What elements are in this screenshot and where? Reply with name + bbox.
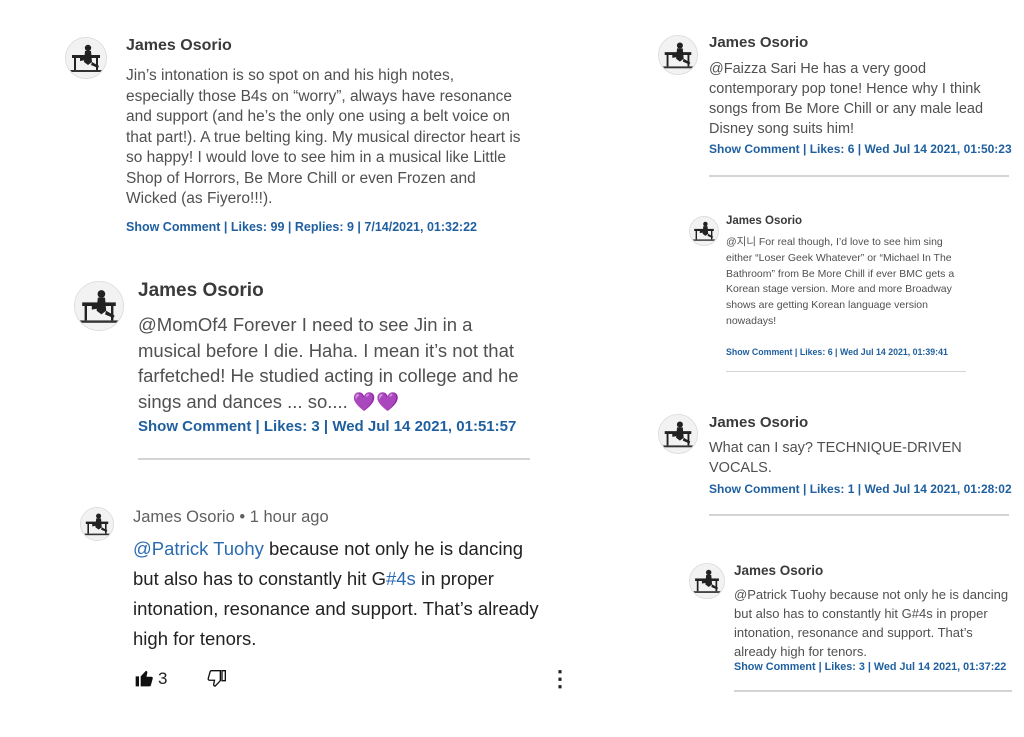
comment-text: @Patrick Tuohy because not only he is da… [133, 534, 553, 654]
comment-date: Wed Jul 14 2021, 01:51:57 [332, 418, 517, 435]
avatar[interactable] [658, 35, 698, 75]
comment-text: @Faizza Sari He has a very good contempo… [709, 61, 984, 137]
separator: | [864, 661, 874, 673]
likes-count: Likes: 99 [230, 220, 285, 234]
piano-avatar-icon [81, 508, 113, 540]
comment-author[interactable]: James Osorio [709, 414, 808, 431]
separator: | [792, 347, 800, 357]
piano-avatar-icon [659, 415, 697, 453]
separator: | [815, 661, 825, 673]
divider [709, 514, 1009, 516]
comment-author[interactable]: James Osorio [734, 563, 823, 578]
comment-meta: Show Comment | Likes: 3 | Wed Jul 14 202… [138, 418, 516, 435]
likes-count: Likes: 1 [809, 482, 855, 496]
mention-link[interactable]: @Patrick Tuohy [133, 538, 264, 559]
comment-text: @MomOf4 Forever I need to see Jin in a m… [138, 314, 519, 412]
separator: | [832, 347, 840, 357]
comment-author[interactable]: James Osorio [726, 215, 802, 227]
like-button[interactable] [134, 668, 154, 688]
comment-meta: Show Comment | Likes: 3 | Wed Jul 14 202… [734, 661, 1006, 673]
avatar[interactable] [689, 563, 725, 599]
likes-count: Likes: 3 [824, 661, 865, 673]
show-comment-link[interactable]: Show Comment [126, 220, 220, 234]
comment-author[interactable]: James Osorio [133, 508, 235, 526]
likes-count: Likes: 6 [799, 347, 833, 357]
likes-count: Likes: 6 [809, 142, 855, 156]
comment-text: What can I say? TECHNIQUE-DRIVEN VOCALS. [709, 440, 962, 476]
thumbs-down-icon [207, 670, 226, 687]
show-comment-link[interactable]: Show Comment [138, 418, 251, 435]
comment-time: • 1 hour ago [239, 508, 329, 526]
comment-text: Jin’s intonation is so spot on and his h… [126, 67, 521, 207]
show-comment-link[interactable]: Show Comment [709, 142, 800, 156]
separator: | [319, 418, 333, 435]
comment-date: Wed Jul 14 2021, 01:37:22 [873, 661, 1007, 673]
separator: | [799, 482, 810, 496]
comment-author[interactable]: James Osorio [709, 34, 808, 51]
show-comment-link[interactable]: Show Comment [734, 661, 816, 673]
likes-count: Likes: 3 [263, 418, 320, 435]
separator: | [854, 482, 865, 496]
dislike-button[interactable] [207, 669, 227, 689]
comment-date: Wed Jul 14 2021, 01:28:02 [864, 482, 1012, 496]
show-comment-link[interactable]: Show Comment [709, 482, 800, 496]
avatar[interactable] [65, 37, 107, 79]
comment-text: @Patrick Tuohy because not only he is da… [734, 587, 1009, 659]
comment-author[interactable]: James Osorio [126, 37, 232, 55]
separator: | [251, 418, 264, 435]
avatar[interactable] [689, 216, 719, 246]
like-count: 3 [158, 669, 168, 688]
piano-avatar-icon [690, 217, 718, 245]
divider [734, 690, 1012, 692]
avatar[interactable] [658, 414, 698, 454]
comment-meta: Show Comment | Likes: 99 | Replies: 9 | … [126, 220, 477, 234]
piano-avatar-icon [690, 564, 724, 598]
avatar[interactable] [74, 281, 124, 331]
comment-meta: Show Comment | Likes: 6 | Wed Jul 14 202… [726, 347, 948, 357]
separator: | [799, 142, 810, 156]
comment-date: Wed Jul 14 2021, 01:39:41 [839, 347, 948, 357]
avatar[interactable] [80, 507, 114, 541]
hashtag-link[interactable]: #4s [386, 568, 416, 589]
piano-avatar-icon [659, 36, 697, 74]
show-comment-link[interactable]: Show Comment [726, 347, 792, 357]
comment-author[interactable]: James Osorio [138, 280, 264, 302]
separator: | [220, 220, 231, 234]
divider [709, 175, 1009, 177]
separator: | [353, 220, 365, 234]
replies-link[interactable]: Replies: 9 [295, 220, 354, 234]
comment-text: @지니 For real though, I’d love to see him… [726, 236, 955, 327]
comment-date: 7/14/2021, 01:32:22 [364, 220, 477, 234]
separator: | [854, 142, 865, 156]
divider [726, 371, 966, 372]
comment-header: James Osorio • 1 hour ago [133, 508, 329, 527]
piano-avatar-icon [66, 38, 106, 78]
comment-meta: Show Comment | Likes: 1 | Wed Jul 14 202… [709, 482, 1012, 496]
more-options-button[interactable]: ⋮ [549, 666, 571, 692]
thumbs-up-icon [135, 670, 153, 687]
comment-date: Wed Jul 14 2021, 01:50:23 [864, 142, 1012, 156]
divider [138, 458, 530, 460]
piano-avatar-icon [75, 282, 123, 330]
separator: | [284, 220, 295, 234]
comment-meta: Show Comment | Likes: 6 | Wed Jul 14 202… [709, 142, 1012, 156]
